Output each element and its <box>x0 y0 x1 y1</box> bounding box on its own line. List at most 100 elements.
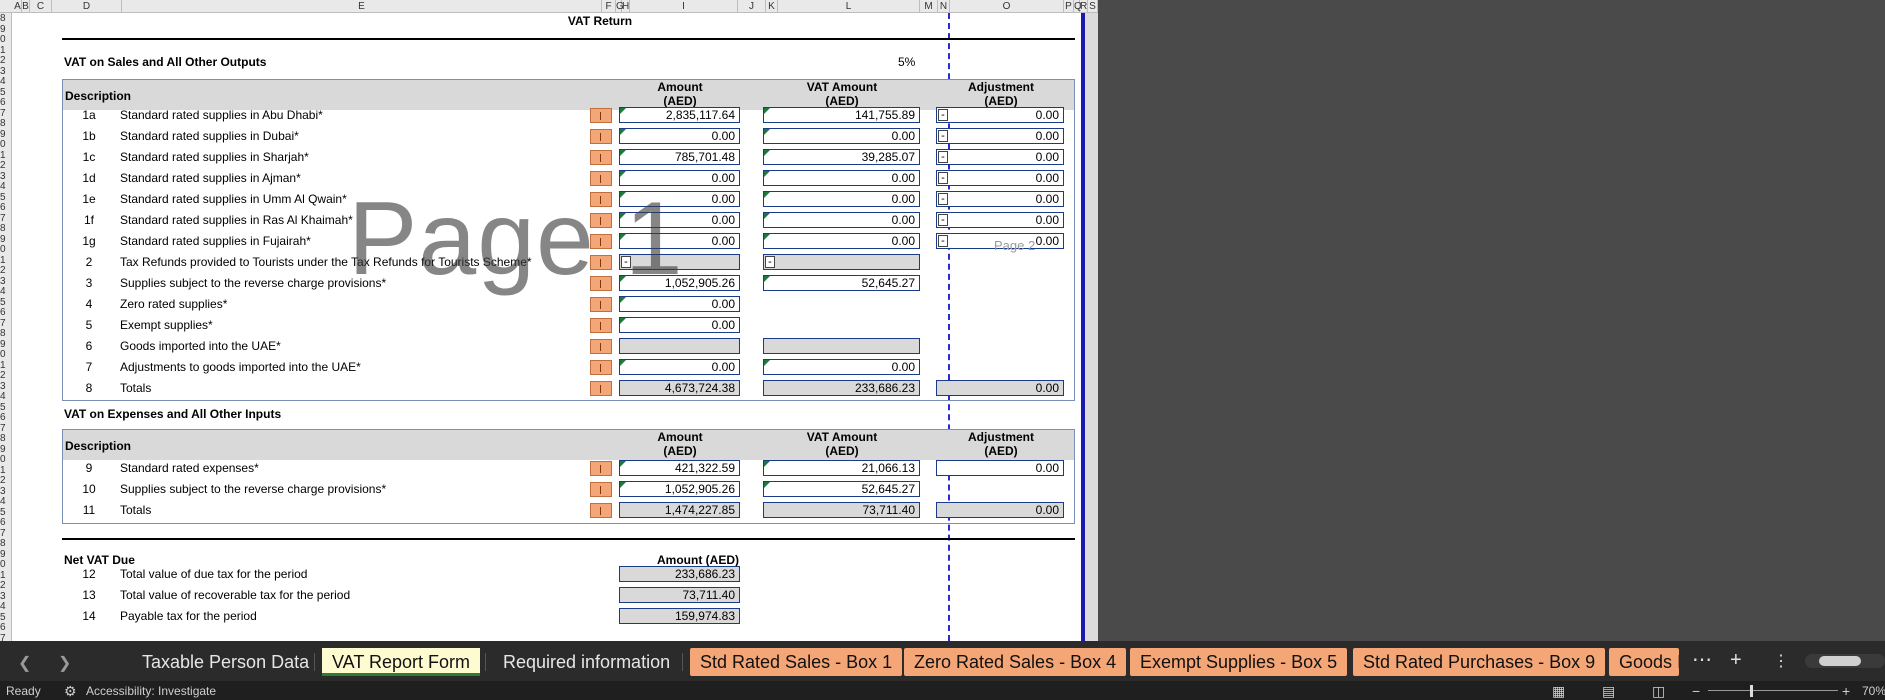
vat-amount-cell[interactable]: 233,686.23 <box>763 380 920 396</box>
sheet-tab[interactable]: Std Rated Sales - Box 1 <box>690 648 903 676</box>
add-sheet-icon[interactable]: + <box>1730 649 1742 672</box>
column-header-e[interactable]: E <box>122 0 602 13</box>
adjustment-cell[interactable]: 0.00 <box>936 128 1064 144</box>
row-number[interactable]: 4 <box>0 286 11 297</box>
options-icon[interactable]: ⋮ <box>1773 651 1789 671</box>
row-number[interactable]: 6 <box>0 97 11 108</box>
row-number[interactable]: 7 <box>0 528 11 539</box>
column-header-d[interactable]: D <box>52 0 122 13</box>
row-action-button[interactable] <box>590 108 612 123</box>
row-number[interactable]: 4 <box>0 76 11 87</box>
row-action-button[interactable] <box>590 461 612 476</box>
row-action-button[interactable] <box>590 503 612 518</box>
vat-amount-cell[interactable]: 0.00 <box>763 359 920 375</box>
row-number[interactable]: 5 <box>0 612 11 623</box>
zoom-level[interactable]: 70% <box>1862 684 1885 698</box>
row-number[interactable]: 9 <box>0 549 11 560</box>
adjustment-cell[interactable]: 0.00 <box>936 502 1064 518</box>
row-number[interactable]: 7 <box>0 423 11 434</box>
column-header-r[interactable]: R <box>1080 0 1088 13</box>
row-number[interactable]: 0 <box>0 454 11 465</box>
accessibility-status[interactable]: Accessibility: Investigate <box>86 684 216 698</box>
row-number[interactable]: 0 <box>0 139 11 150</box>
vat-amount-cell[interactable]: 0.00 <box>763 128 920 144</box>
adjustment-cell[interactable]: 0.00 <box>936 170 1064 186</box>
row-number[interactable]: 2 <box>0 370 11 381</box>
row-number[interactable]: 1 <box>0 255 11 266</box>
row-action-button[interactable] <box>590 297 612 312</box>
row-number[interactable]: 1 <box>0 45 11 56</box>
adjustment-cell[interactable]: 0.00 <box>936 149 1064 165</box>
row-number[interactable]: 4 <box>0 496 11 507</box>
adjustment-cell[interactable]: 0.00 <box>936 107 1064 123</box>
column-header-o[interactable]: O <box>950 0 1064 13</box>
vat-amount-cell[interactable]: 73,711.40 <box>763 502 920 518</box>
row-number[interactable]: 8 <box>0 538 11 549</box>
row-number[interactable]: 5 <box>0 402 11 413</box>
row-number[interactable]: 3 <box>0 591 11 602</box>
vat-amount-cell[interactable]: 141,755.89 <box>763 107 920 123</box>
row-number[interactable]: 8 <box>0 433 11 444</box>
row-number[interactable]: 0 <box>0 244 11 255</box>
accessibility-icon[interactable]: ⚙ <box>64 683 77 700</box>
row-number[interactable]: 3 <box>0 381 11 392</box>
amount-cell[interactable]: 1,052,905.26 <box>619 481 740 497</box>
adjustment-cell[interactable]: 0.00 <box>936 191 1064 207</box>
prev-sheet-icon[interactable]: ❮ <box>18 653 31 673</box>
page-layout-view-icon[interactable]: ▤ <box>1602 683 1615 700</box>
column-header-j[interactable]: J <box>738 0 766 13</box>
column-header-h[interactable]: H <box>622 0 630 13</box>
more-sheets-icon[interactable]: ⋯ <box>1692 647 1712 672</box>
amount-cell[interactable]: 421,322.59 <box>619 460 740 476</box>
vat-amount-cell[interactable]: 52,645.27 <box>763 275 920 291</box>
row-number[interactable]: 8 <box>0 328 11 339</box>
adjustment-cell[interactable]: 0.00 <box>936 212 1064 228</box>
column-header-b[interactable]: B <box>22 0 30 13</box>
amount-cell[interactable]: 785,701.48 <box>619 149 740 165</box>
vat-amount-cell[interactable]: 0.00 <box>763 212 920 228</box>
row-number[interactable]: 0 <box>0 349 11 360</box>
row-number[interactable]: 8 <box>0 118 11 129</box>
row-number[interactable]: 9 <box>0 444 11 455</box>
column-header-i[interactable]: I <box>630 0 738 13</box>
row-number[interactable]: 3 <box>0 171 11 182</box>
row-number[interactable]: 2 <box>0 580 11 591</box>
sheet-tab[interactable]: Required information <box>493 648 680 676</box>
row-number[interactable]: 6 <box>0 202 11 213</box>
row-number[interactable]: 7 <box>0 213 11 224</box>
sheet-tab[interactable]: Std Rated Purchases - Box 9 <box>1353 648 1606 676</box>
row-number[interactable]: 7 <box>0 318 11 329</box>
column-header-l[interactable]: L <box>778 0 920 13</box>
row-action-button[interactable] <box>590 129 612 144</box>
amount-cell[interactable]: 0.00 <box>619 317 740 333</box>
amount-cell[interactable] <box>619 338 740 354</box>
adjustment-cell[interactable]: 0.00 <box>936 380 1064 396</box>
row-number[interactable]: 3 <box>0 66 11 77</box>
amount-cell[interactable]: 1,474,227.85 <box>619 502 740 518</box>
sheet-tab[interactable]: Zero Rated Sales - Box 4 <box>904 648 1127 676</box>
adjustment-cell[interactable]: 0.00 <box>936 460 1064 476</box>
row-action-button[interactable] <box>590 339 612 354</box>
column-header-f[interactable]: F <box>602 0 616 13</box>
normal-view-icon[interactable]: ▦ <box>1552 683 1565 700</box>
row-number[interactable]: 0 <box>0 34 11 45</box>
column-header-c[interactable]: C <box>30 0 52 13</box>
row-action-button[interactable] <box>590 360 612 375</box>
row-action-button[interactable] <box>590 482 612 497</box>
page-break-view-icon[interactable]: ◫ <box>1652 683 1665 700</box>
zoom-out-icon[interactable]: − <box>1692 683 1700 699</box>
column-header-p[interactable]: P <box>1064 0 1074 13</box>
row-number[interactable]: 4 <box>0 181 11 192</box>
row-number[interactable]: 9 <box>0 129 11 140</box>
column-header-m[interactable]: M <box>920 0 938 13</box>
vat-amount-cell[interactable]: 0.00 <box>763 233 920 249</box>
amount-cell[interactable]: 0.00 <box>619 128 740 144</box>
row-number[interactable]: 9 <box>0 339 11 350</box>
row-number[interactable]: 1 <box>0 570 11 581</box>
amount-cell[interactable]: 4,673,724.38 <box>619 380 740 396</box>
amount-cell[interactable]: 159,974.83 <box>619 608 740 624</box>
row-number[interactable]: 6 <box>0 622 11 633</box>
row-number[interactable]: 2 <box>0 160 11 171</box>
vat-amount-cell[interactable] <box>763 254 920 270</box>
row-number[interactable]: 9 <box>0 234 11 245</box>
